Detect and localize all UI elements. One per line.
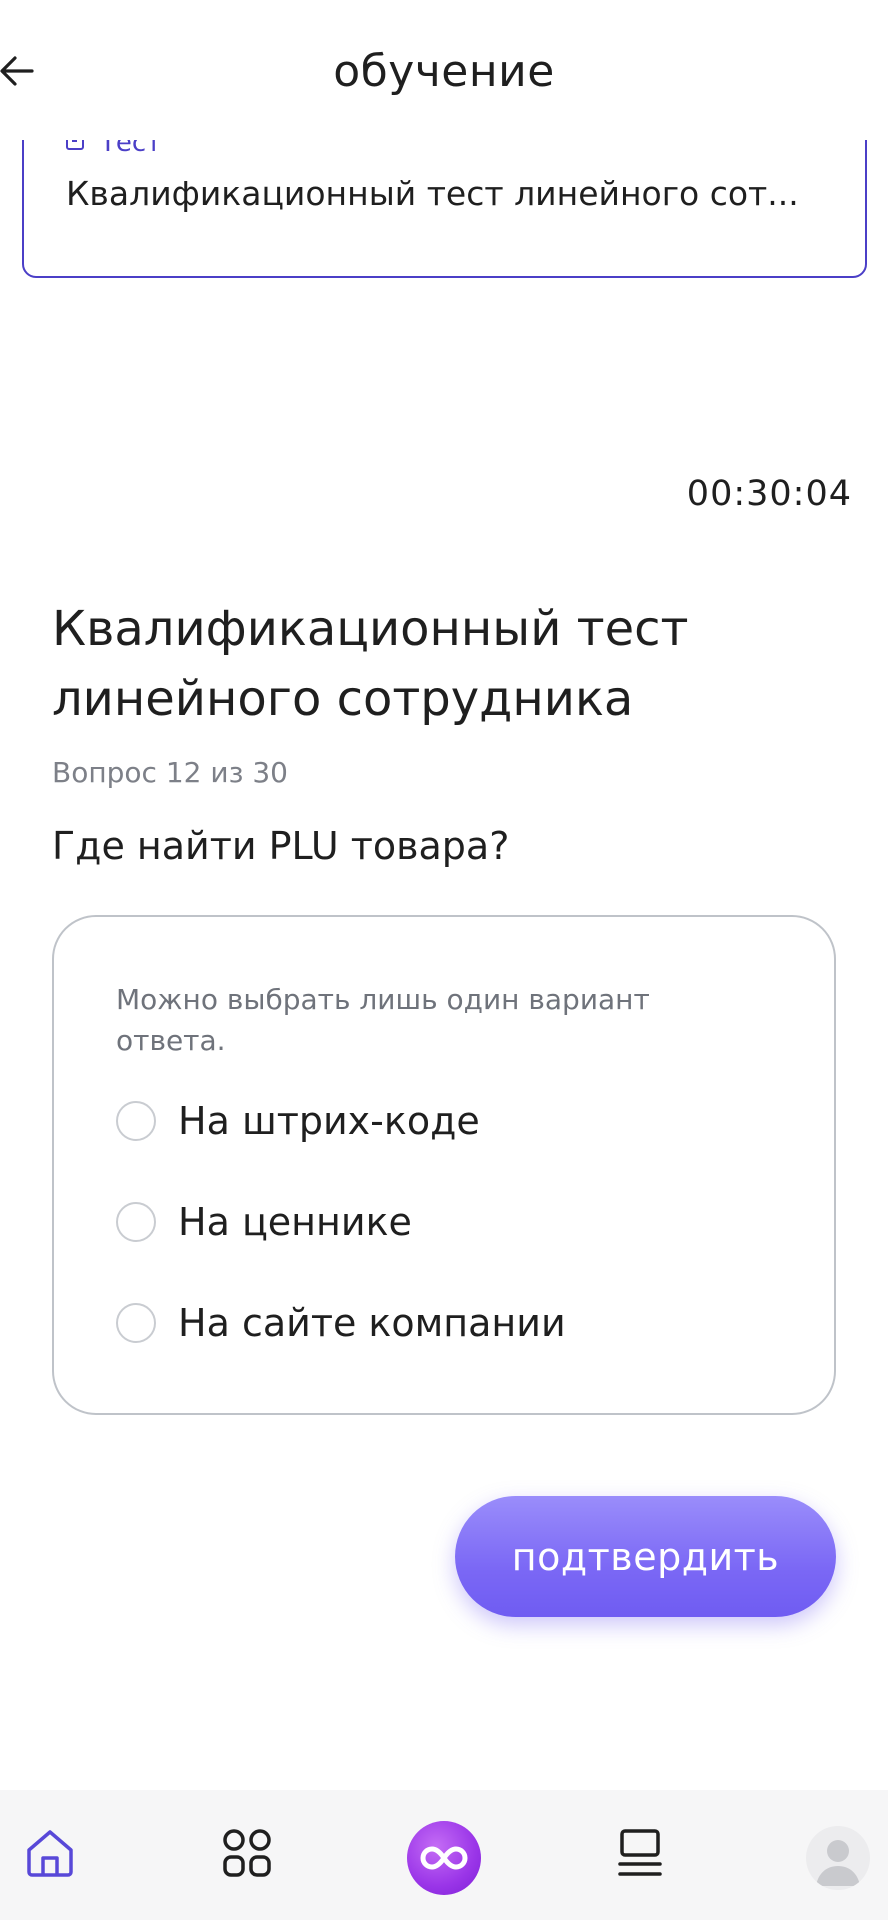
answer-option-label: На штрих-коде bbox=[178, 1099, 480, 1143]
confirm-button[interactable]: подтвердить bbox=[455, 1496, 836, 1617]
radio-button[interactable] bbox=[116, 1202, 156, 1242]
answer-option[interactable]: На ценнике bbox=[116, 1200, 412, 1244]
profile-avatar bbox=[806, 1826, 870, 1890]
answer-option[interactable]: На штрих-коде bbox=[116, 1099, 480, 1143]
radio-button[interactable] bbox=[116, 1101, 156, 1141]
bottom-tab-bar bbox=[0, 1790, 888, 1920]
answer-hint: Можно выбрать лишь один вариант ответа. bbox=[116, 983, 650, 1057]
timer: 00:30:04 bbox=[686, 474, 852, 514]
question-count: Вопрос 12 из 30 bbox=[52, 756, 288, 789]
tab-catalog[interactable] bbox=[192, 1790, 302, 1920]
card-text: Квалификационный тест линейного сот... bbox=[66, 174, 799, 213]
radio-button[interactable] bbox=[116, 1303, 156, 1343]
question-text: Где найти PLU товара? bbox=[52, 824, 510, 868]
answer-option-label: На сайте компании bbox=[178, 1301, 566, 1345]
page-title: обучение bbox=[333, 46, 555, 97]
header: обучение bbox=[0, 0, 888, 140]
courses-icon bbox=[617, 1828, 663, 1882]
answer-option-label: На ценнике bbox=[178, 1200, 412, 1244]
tab-courses[interactable] bbox=[585, 1790, 695, 1920]
infinity-icon bbox=[407, 1821, 481, 1895]
tab-home[interactable] bbox=[0, 1790, 105, 1920]
home-icon bbox=[23, 1826, 77, 1884]
answer-options-card: Можно выбрать лишь один вариант ответа. … bbox=[52, 915, 836, 1415]
tab-profile[interactable] bbox=[783, 1790, 888, 1920]
grid-icon bbox=[222, 1828, 272, 1882]
tab-main[interactable] bbox=[389, 1790, 499, 1920]
test-title: Квалификационный тест линейного сотрудни… bbox=[52, 601, 689, 727]
answer-option[interactable]: На сайте компании bbox=[116, 1301, 566, 1345]
